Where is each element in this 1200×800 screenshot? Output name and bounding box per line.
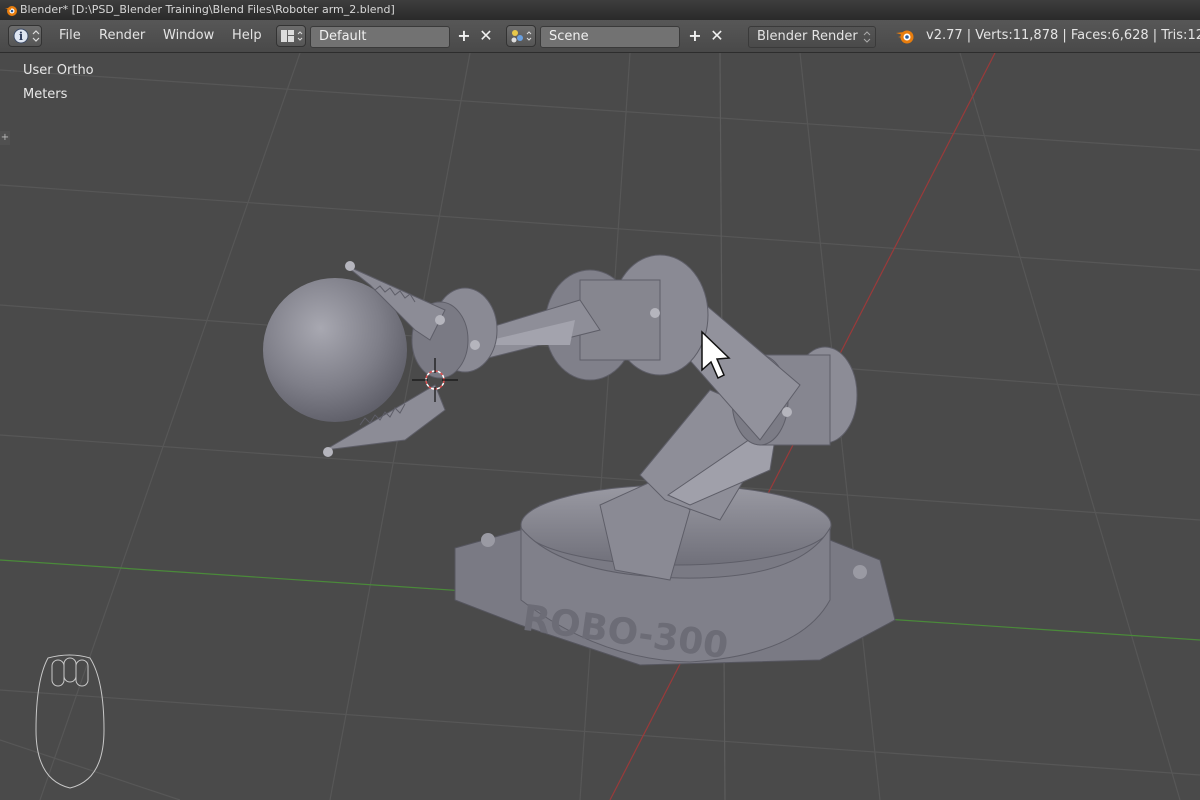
info-icon: i bbox=[13, 28, 40, 44]
remove-screen-button[interactable]: ✕ bbox=[477, 26, 495, 46]
unit-system: Meters bbox=[23, 87, 68, 102]
add-scene-button[interactable]: + bbox=[686, 26, 704, 46]
menu-file[interactable]: File bbox=[57, 20, 83, 52]
3d-viewport[interactable]: ROBO-300 + User Ortho Meters bbox=[0, 53, 1200, 800]
window-title: Blender* [D:\PSD_Blender Training\Blend … bbox=[20, 3, 395, 16]
close-icon: ✕ bbox=[710, 26, 724, 45]
scene-button[interactable] bbox=[506, 25, 536, 47]
screen-layout-field[interactable]: Default bbox=[310, 26, 450, 48]
blender-logo-icon bbox=[896, 30, 914, 44]
close-icon: ✕ bbox=[479, 26, 493, 45]
info-header: i File Render Window Help Default + ✕ Sc… bbox=[0, 20, 1200, 53]
scene-stats: v2.77 | Verts:11,878 | Faces:6,628 | Tri… bbox=[926, 28, 1200, 43]
add-screen-button[interactable]: + bbox=[455, 26, 473, 46]
view-name: User Ortho bbox=[23, 63, 94, 78]
blender-logo-icon bbox=[5, 6, 17, 16]
render-engine-select[interactable]: Blender Render bbox=[748, 26, 876, 48]
svg-text:i: i bbox=[19, 30, 23, 43]
plus-icon: + bbox=[688, 26, 702, 45]
menu-help[interactable]: Help bbox=[230, 20, 264, 52]
toolshelf-toggle[interactable]: + bbox=[0, 131, 10, 145]
chevron-updown-icon bbox=[863, 31, 871, 43]
screen-layout-icon bbox=[281, 30, 303, 42]
plus-icon: + bbox=[0, 132, 10, 143]
screen-layout-button[interactable] bbox=[276, 25, 306, 47]
render-engine-label: Blender Render bbox=[757, 29, 858, 44]
menu-render[interactable]: Render bbox=[97, 20, 147, 52]
viewport-background bbox=[0, 53, 1200, 800]
editor-type-button[interactable]: i bbox=[8, 25, 42, 47]
menu-window[interactable]: Window bbox=[161, 20, 216, 52]
scene-icon bbox=[511, 30, 532, 43]
scene-field[interactable]: Scene bbox=[540, 26, 680, 48]
viewport-scene: ROBO-300 bbox=[0, 53, 1200, 800]
remove-scene-button[interactable]: ✕ bbox=[708, 26, 726, 46]
window-titlebar: Blender* [D:\PSD_Blender Training\Blend … bbox=[0, 0, 1200, 20]
plus-icon: + bbox=[457, 26, 471, 45]
